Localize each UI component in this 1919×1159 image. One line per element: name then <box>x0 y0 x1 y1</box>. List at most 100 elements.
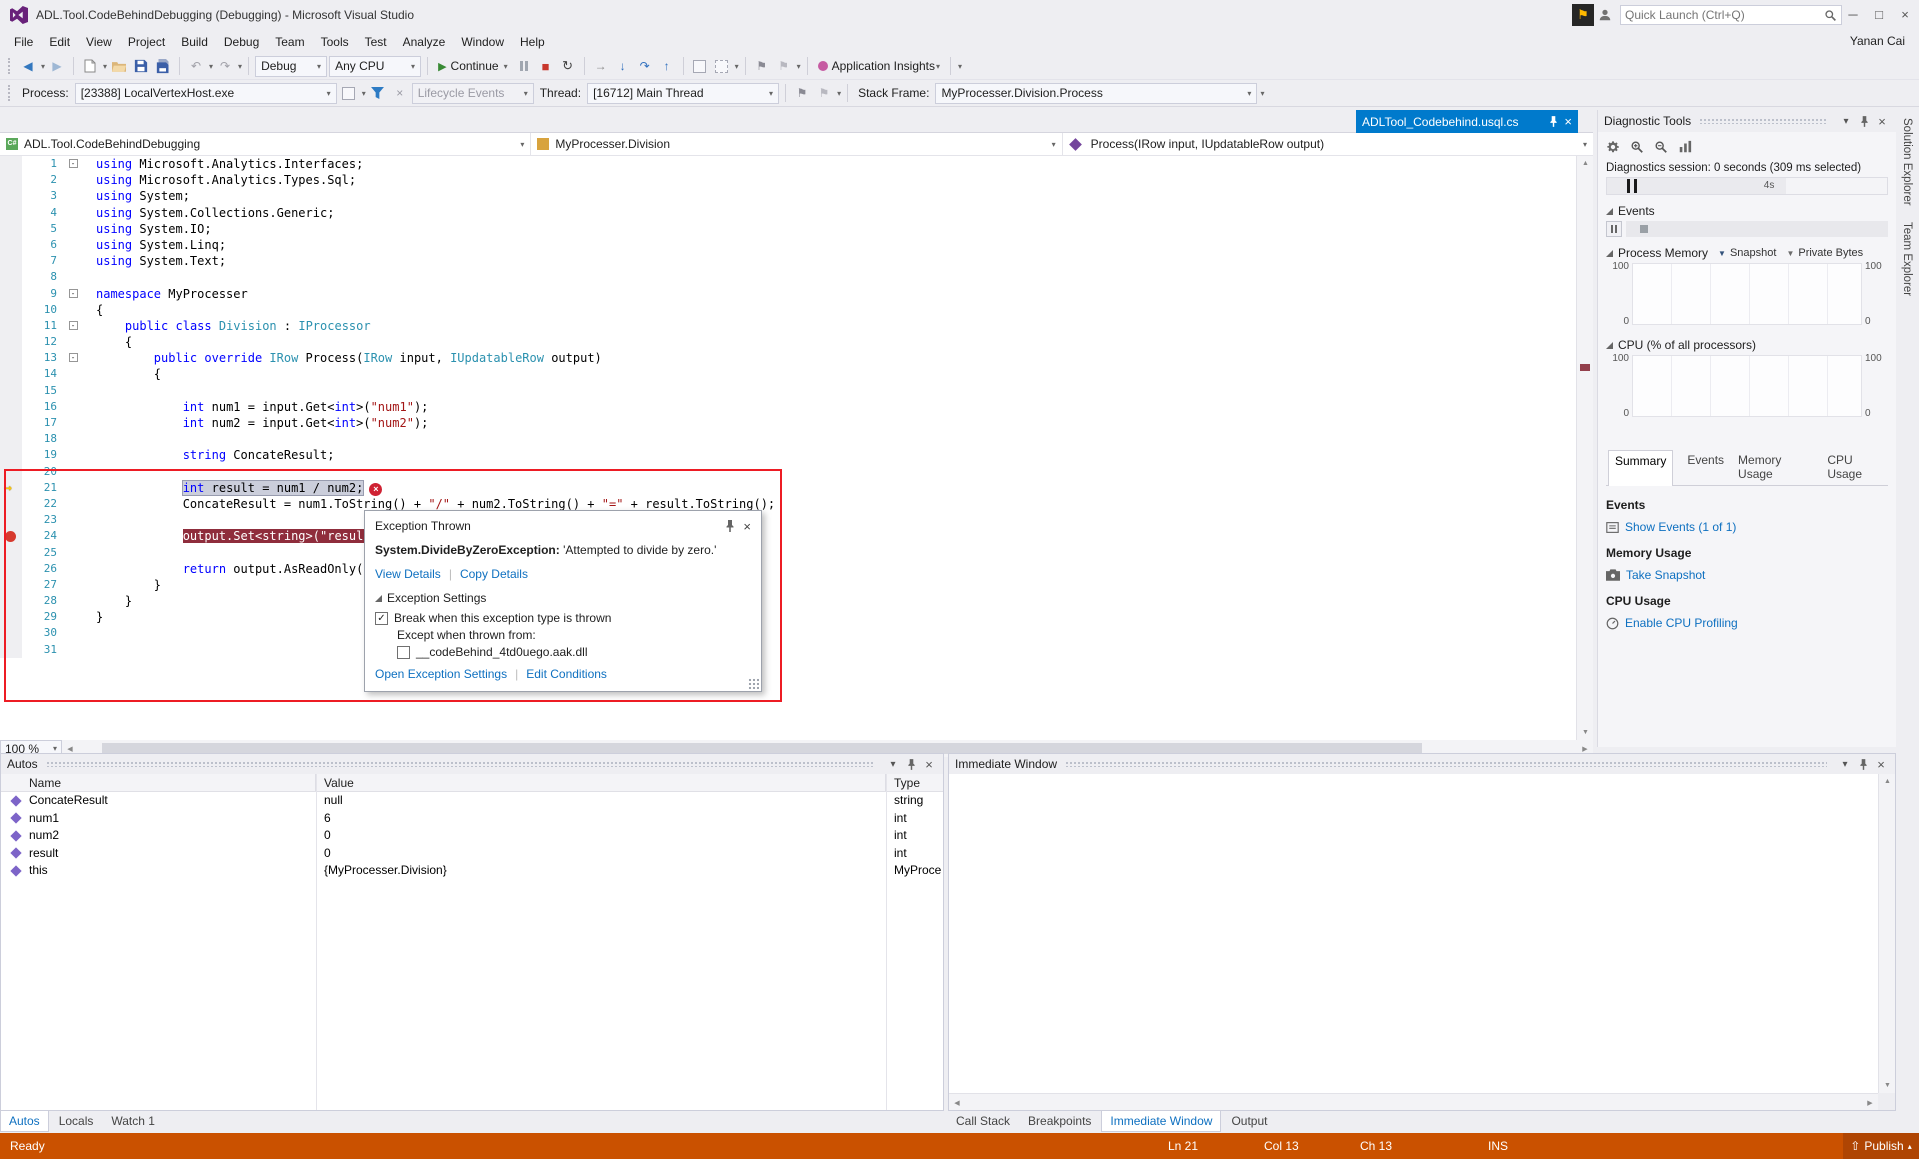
events-section-header[interactable]: Events <box>1606 204 1888 218</box>
thread-combo[interactable]: [16712] Main Thread ▾ <box>587 83 779 104</box>
indicator-margin[interactable] <box>0 383 22 399</box>
indicator-margin[interactable] <box>0 286 22 302</box>
break-checkbox[interactable]: ✓ <box>375 612 388 625</box>
save-all-icon[interactable] <box>153 56 173 76</box>
indicator-margin[interactable] <box>0 221 22 237</box>
code-line[interactable]: 29} <box>0 609 1576 625</box>
toolbar-overflow-icon[interactable]: ▾ <box>1260 89 1264 98</box>
indicator-margin[interactable] <box>0 577 22 593</box>
pin-icon[interactable] <box>725 520 735 532</box>
menu-window[interactable]: Window <box>453 30 512 53</box>
redo-dropdown-icon[interactable]: ▾ <box>238 62 242 71</box>
break-all-icon[interactable] <box>514 56 534 76</box>
menu-help[interactable]: Help <box>512 30 553 53</box>
scroll-up-icon[interactable]: ▲ <box>1879 774 1896 789</box>
indicator-margin[interactable] <box>0 464 22 480</box>
member-dropdown[interactable]: Process(IRow input, IUpdatableRow output… <box>1063 133 1593 155</box>
breakpoint-icon[interactable] <box>5 531 16 542</box>
immediate-horizontal-scrollbar[interactable]: ◀ ▶ <box>949 1093 1878 1110</box>
solution-configuration-combo[interactable]: Debug ▾ <box>255 56 327 77</box>
menu-tools[interactable]: Tools <box>313 30 357 53</box>
code-line[interactable]: 13- public override IRow Process(IRow in… <box>0 350 1576 366</box>
exception-settings-expander[interactable]: Exception Settings <box>375 591 751 605</box>
publish-button[interactable]: ⇧ Publish ▴ <box>1843 1133 1919 1159</box>
indicator-margin[interactable] <box>0 642 22 658</box>
minimize-button[interactable]: ─ <box>1840 1 1866 27</box>
code-line[interactable]: 8 <box>0 269 1576 285</box>
show-next-statement-icon[interactable]: → <box>591 56 611 76</box>
copy-details-link[interactable]: Copy Details <box>460 567 528 581</box>
stack-frame-combo[interactable]: MyProcesser.Division.Process ▾ <box>935 83 1257 104</box>
show-events-link[interactable]: Show Events (1 of 1) <box>1625 520 1736 534</box>
code-line[interactable]: 2using Microsoft.Analytics.Types.Sql; <box>0 172 1576 188</box>
navigate-back-dropdown-icon[interactable]: ▾ <box>41 62 45 71</box>
process-step-icon[interactable] <box>339 83 359 103</box>
indicator-margin[interactable] <box>0 431 22 447</box>
popup-resize-grip[interactable] <box>748 678 759 689</box>
indicator-margin[interactable] <box>0 593 22 609</box>
indicator-margin[interactable] <box>0 528 22 544</box>
indicator-margin[interactable] <box>0 512 22 528</box>
flag-threads-icon[interactable]: ⚑ <box>792 83 812 103</box>
view-details-link[interactable]: View Details <box>375 567 441 581</box>
table-row[interactable]: ConcateResultnullstring <box>1 792 943 810</box>
indicator-margin[interactable] <box>0 496 22 512</box>
code-editor[interactable]: 1-using Microsoft.Analytics.Interfaces;2… <box>0 156 1576 740</box>
pin-icon[interactable] <box>1856 113 1872 129</box>
edit-conditions-link[interactable]: Edit Conditions <box>526 667 607 681</box>
menu-analyze[interactable]: Analyze <box>395 30 454 53</box>
code-line[interactable]: 4using System.Collections.Generic; <box>0 205 1576 221</box>
tab-cpu-usage[interactable]: CPU Usage <box>1827 453 1886 481</box>
diagnostic-tools-header[interactable]: Diagnostic Tools ▾ × <box>1598 110 1896 132</box>
tab-summary[interactable]: Summary <box>1608 450 1673 486</box>
tab-call-stack[interactable]: Call Stack <box>948 1111 1018 1131</box>
module-checkbox[interactable] <box>397 646 410 659</box>
toolbar-grip[interactable] <box>8 58 12 74</box>
scroll-up-icon[interactable]: ▲ <box>1577 156 1594 171</box>
code-line[interactable]: 22 ConcateResult = num1.ToString() + "/"… <box>0 496 1576 512</box>
continue-button[interactable]: ▶ Continue ▾ <box>434 59 512 73</box>
gear-icon[interactable] <box>1606 140 1620 154</box>
menu-file[interactable]: File <box>6 30 41 53</box>
scroll-down-icon[interactable]: ▼ <box>1577 725 1594 740</box>
immediate-vertical-scrollbar[interactable]: ▲ ▼ <box>1878 774 1895 1093</box>
indicator-margin[interactable] <box>0 156 22 172</box>
code-line[interactable]: →21 int result = num1 / num2;× <box>0 480 1576 496</box>
zoom-out-icon[interactable] <box>1654 140 1668 154</box>
column-header-type[interactable]: Type <box>886 774 943 791</box>
code-line[interactable]: 17 int num2 = input.Get<int>("num2"); <box>0 415 1576 431</box>
indicator-margin[interactable] <box>0 302 22 318</box>
chevron-down-icon[interactable]: ▾ <box>837 89 841 98</box>
process-combo[interactable]: [23388] LocalVertexHost.exe ▾ <box>75 83 337 104</box>
indicator-margin[interactable] <box>0 172 22 188</box>
new-file-icon[interactable] <box>80 56 100 76</box>
menu-edit[interactable]: Edit <box>41 30 78 53</box>
tab-output[interactable]: Output <box>1223 1111 1275 1131</box>
process-memory-section-header[interactable]: Process Memory ▼Snapshot ▼Private Bytes <box>1606 246 1888 260</box>
tab-memory-usage[interactable]: Memory Usage <box>1738 453 1813 481</box>
table-row[interactable]: num16int <box>1 810 943 828</box>
stop-debugging-icon[interactable]: ■ <box>536 56 556 76</box>
scroll-right-icon[interactable]: ▶ <box>1862 1094 1878 1111</box>
fold-toggle[interactable]: - <box>69 321 78 330</box>
save-icon[interactable] <box>131 56 151 76</box>
code-line[interactable]: 28 } <box>0 593 1576 609</box>
open-exception-settings-link[interactable]: Open Exception Settings <box>375 667 507 681</box>
panel-close-icon[interactable]: × <box>1873 756 1889 772</box>
code-line[interactable]: 15 <box>0 383 1576 399</box>
unflag-threads-icon[interactable]: ⚑ <box>814 83 834 103</box>
menu-test[interactable]: Test <box>357 30 395 53</box>
indicator-margin[interactable] <box>0 415 22 431</box>
sidebar-tab-team-explorer[interactable]: Team Explorer <box>1899 214 1915 304</box>
pin-icon[interactable] <box>1549 116 1558 127</box>
bookmark-icon[interactable]: ⚑ <box>752 56 772 76</box>
enable-cpu-profiling-link[interactable]: Enable CPU Profiling <box>1625 616 1738 630</box>
menu-view[interactable]: View <box>78 30 120 53</box>
navigate-back-icon[interactable]: ◀ <box>18 56 38 76</box>
indicator-margin[interactable] <box>0 350 22 366</box>
maximize-button[interactable]: □ <box>1866 1 1892 27</box>
fold-toggle[interactable]: - <box>69 353 78 362</box>
code-line[interactable]: 5using System.IO; <box>0 221 1576 237</box>
panel-close-icon[interactable]: × <box>921 756 937 772</box>
code-line[interactable]: 20 <box>0 464 1576 480</box>
